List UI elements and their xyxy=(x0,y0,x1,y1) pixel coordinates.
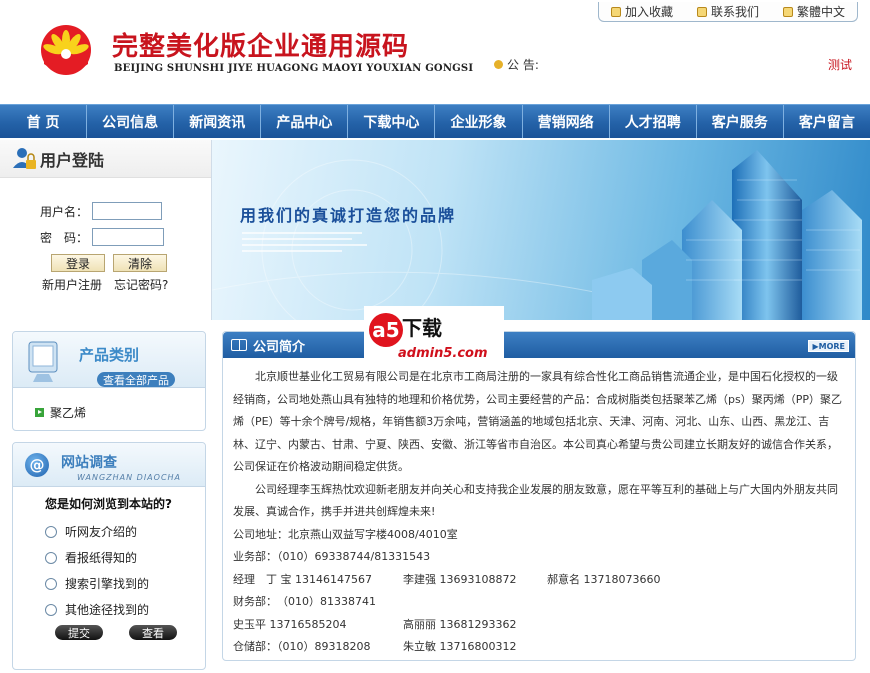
survey-pinyin: WANGZHAN DIAOCHA xyxy=(77,473,182,482)
company-intro-box: 公司简介 ▶ MORE 北京顺世基业化工贸易有限公司是在北京市工商局注册的一家具有… xyxy=(222,331,856,661)
survey-box: @ 网站调查 WANGZHAN DIAOCHA 您是如何浏览到本站的? 听网友介… xyxy=(12,442,206,670)
staff-2: 高丽丽 13681293362 xyxy=(403,617,517,631)
add-favorite-link[interactable]: 加入收藏 xyxy=(610,3,673,20)
nav-marketing[interactable]: 营销网络 xyxy=(523,105,610,138)
survey-option-other[interactable]: 其他途径找到的 xyxy=(45,601,149,618)
nav-home[interactable]: 首 页 xyxy=(0,105,88,138)
radio-button[interactable] xyxy=(45,551,57,564)
survey-title: 网站调查 xyxy=(61,455,117,471)
radio-button[interactable] xyxy=(45,525,57,538)
site-subtitle: BEIJING SHUNSHI JIYE HUAGONG MAOYI YOUXI… xyxy=(114,63,474,74)
login-buttons: 登录 清除 xyxy=(51,254,167,272)
more-button[interactable]: ▶ MORE xyxy=(808,340,849,352)
login-title: 用户登陆 xyxy=(40,150,105,170)
warehouse-phone: 仓储部：（010）89318208 xyxy=(233,640,371,653)
category-item-label: 聚乙烯 xyxy=(50,406,87,420)
manager-3: 郝意名 13718073660 xyxy=(547,572,661,586)
notice-icon xyxy=(494,60,503,69)
business-line: 业务部：（010）69338744/81331543 xyxy=(233,550,431,563)
radio-button[interactable] xyxy=(45,577,57,590)
logo-icon xyxy=(41,25,91,75)
survey-header: @ 网站调查 WANGZHAN DIAOCHA xyxy=(13,443,205,487)
notice-text[interactable]: 测试 xyxy=(828,56,852,73)
language-icon xyxy=(782,6,793,17)
contact-us-link[interactable]: 联系我们 xyxy=(696,3,759,20)
star-icon xyxy=(610,6,621,17)
monitor-icon xyxy=(28,341,58,382)
nav-products[interactable]: 产品中心 xyxy=(261,105,349,138)
survey-option-search-engine[interactable]: 搜索引擎找到的 xyxy=(45,575,149,592)
product-category-box: 产品类别 查看全部产品 聚乙烯 xyxy=(12,331,206,431)
site-title: 完整美化版企业通用源码 xyxy=(112,32,410,62)
notice-label: 公 告: xyxy=(507,58,539,72)
survey-submit-button[interactable]: 提交 xyxy=(55,625,103,640)
password-label: 密 码： xyxy=(40,230,89,245)
notice-bar: 公 告: xyxy=(494,56,539,73)
a5-logo-icon: a5 xyxy=(369,313,403,347)
password-input[interactable] xyxy=(92,228,165,246)
staff-1: 史玉平 13716585204 xyxy=(233,617,347,631)
login-links: 新用户注册 忘记密码? xyxy=(42,276,168,293)
address-line: 公司地址：北京燕山双益写字楼4008/4010室 xyxy=(233,527,458,541)
book-icon xyxy=(231,339,247,351)
intro-paragraph-2: 公司经理李玉辉热忱欢迎新老朋友并向关心和支持我企业发展的朋友致意，愿在平等互利的… xyxy=(233,482,838,519)
category-item[interactable]: 聚乙烯 xyxy=(35,404,86,421)
nav-service[interactable]: 客户服务 xyxy=(697,105,784,138)
username-input[interactable] xyxy=(92,202,163,220)
login-panel: 用户登陆 用户名： 密 码： 登录 清除 新用户注册 忘记密码? xyxy=(0,140,212,320)
register-link[interactable]: 新用户注册 xyxy=(42,276,102,293)
radio-button[interactable] xyxy=(45,603,57,616)
nav-downloads[interactable]: 下载中心 xyxy=(348,105,436,138)
user-lock-icon xyxy=(13,148,36,169)
skyscraper-illustration xyxy=(212,150,862,320)
warehouse-staff: 朱立敏 13716800312 xyxy=(403,640,517,653)
username-row: 用户名： xyxy=(40,202,163,220)
company-intro-header: 公司简介 ▶ MORE xyxy=(223,332,855,358)
header: 加入收藏 联系我们 繁體中文 完整美化版企业通用源码 BEIJING SHUNS… xyxy=(0,0,870,104)
view-all-products-button[interactable]: 查看全部产品 xyxy=(97,372,175,387)
manager-2: 李建强 13693108872 xyxy=(403,572,517,586)
password-row: 密 码： xyxy=(40,228,165,246)
product-category-header: 产品类别 查看全部产品 xyxy=(13,332,205,388)
survey-question: 您是如何浏览到本站的? xyxy=(45,497,172,511)
top-links: 加入收藏 联系我们 繁體中文 xyxy=(598,2,858,22)
managers-line: 经理 丁 宝 13146147567 李建强 13693108872 郝意名 1… xyxy=(233,569,845,592)
forgot-password-link[interactable]: 忘记密码? xyxy=(114,276,168,293)
banner-slogan: 用我们的真诚打造您的品牌 xyxy=(240,206,457,225)
lock-icon xyxy=(12,284,42,314)
main-nav: 首 页 公司信息 新闻资讯 产品中心 下载中心 企业形象 营销网络 人才招聘 客… xyxy=(0,104,870,138)
hero-banner: 用我们的真诚打造您的品牌 xyxy=(212,140,870,320)
watermark: a5 下载 admin5.com xyxy=(364,306,504,364)
warehouse-line: 仓储部：（010）89318208 朱立敏 13716800312 xyxy=(233,636,845,659)
manager-1: 经理 丁 宝 13146147567 xyxy=(233,572,372,586)
survey-option-friend[interactable]: 听网友介绍的 xyxy=(45,523,137,540)
arrow-right-icon xyxy=(35,408,44,417)
company-intro-body: 北京顺世基业化工贸易有限公司是在北京市工商局注册的一家具有综合性化工商品销售流通… xyxy=(233,366,845,659)
nav-news[interactable]: 新闻资讯 xyxy=(174,105,262,138)
watermark-domain: admin5.com xyxy=(398,346,488,361)
staff-line: 史玉平 13716585204 高丽丽 13681293362 xyxy=(233,614,845,637)
survey-option-newspaper[interactable]: 看报纸得知的 xyxy=(45,549,137,566)
nav-guestbook[interactable]: 客户留言 xyxy=(784,105,870,138)
svg-text:a5: a5 xyxy=(372,318,399,342)
traditional-chinese-link[interactable]: 繁體中文 xyxy=(782,3,845,20)
finance-line: 财务部： （010）81338741 xyxy=(233,595,376,608)
company-intro-title: 公司简介 xyxy=(253,339,306,355)
nav-jobs[interactable]: 人才招聘 xyxy=(610,105,697,138)
contact-icon xyxy=(696,6,707,17)
watermark-text: 下载 xyxy=(402,316,442,340)
at-sign-icon: @ xyxy=(25,453,49,477)
survey-view-button[interactable]: 查看 xyxy=(129,625,177,640)
login-button[interactable]: 登录 xyxy=(51,254,105,272)
clear-button[interactable]: 清除 xyxy=(113,254,167,272)
product-category-title: 产品类别 xyxy=(79,346,140,364)
nav-image[interactable]: 企业形象 xyxy=(435,105,523,138)
intro-paragraph-1: 北京顺世基业化工贸易有限公司是在北京市工商局注册的一家具有综合性化工商品销售流通… xyxy=(233,370,842,473)
username-label: 用户名： xyxy=(40,204,89,219)
nav-company-info[interactable]: 公司信息 xyxy=(87,105,175,138)
